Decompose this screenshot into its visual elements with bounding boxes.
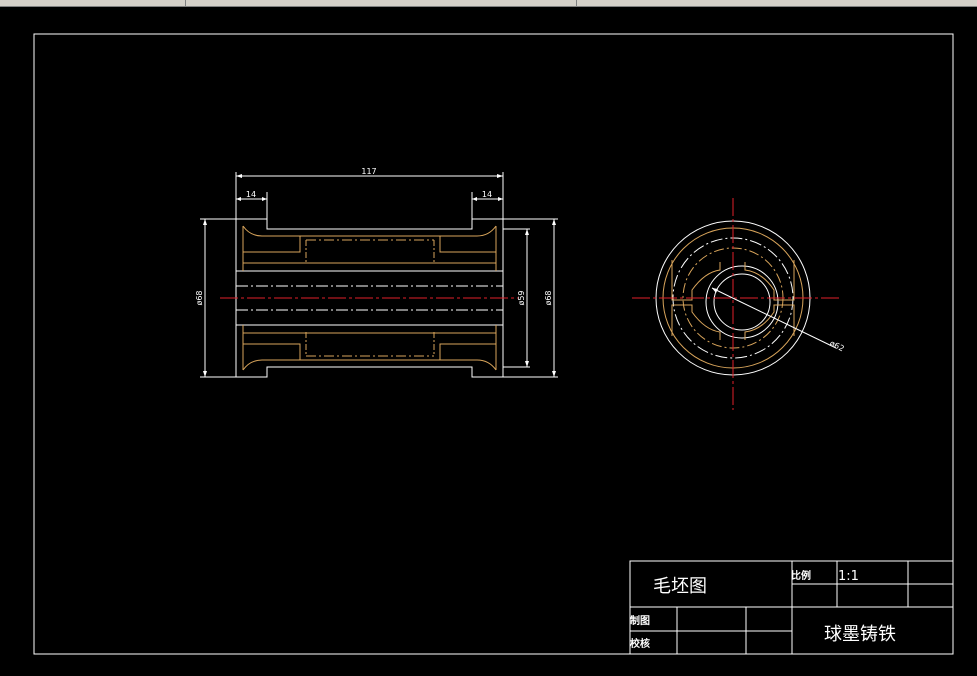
cad-drawing-canvas[interactable]: 117 14 14 ø68 ø59 ø68 ø62 毛坯图 比例 1:1 制图 … xyxy=(0,0,977,676)
title-block-scale-value: 1:1 xyxy=(838,569,859,584)
title-block: 毛坯图 比例 1:1 制图 校核 球墨铸铁 xyxy=(629,560,954,655)
dim-overall-length: 117 xyxy=(361,167,376,176)
title-block-checked-label: 校核 xyxy=(630,637,650,650)
dim-right-flange: 14 xyxy=(482,190,492,199)
dim-right-diameter: ø68 xyxy=(544,290,553,305)
title-block-title: 毛坯图 xyxy=(653,576,707,597)
title-block-drawn-label: 制图 xyxy=(630,614,650,627)
title-block-material: 球墨铸铁 xyxy=(824,624,896,645)
front-view: 117 14 14 ø68 ø59 ø68 xyxy=(195,167,558,378)
side-view: ø62 xyxy=(632,198,846,410)
finished-profile-lower xyxy=(242,343,497,370)
title-block-scale-label: 比例 xyxy=(791,569,811,582)
radius-label: ø62 xyxy=(828,339,845,354)
finished-profile-upper xyxy=(242,226,497,253)
dim-left-diameter: ø68 xyxy=(195,290,204,305)
dim-left-flange: 14 xyxy=(246,190,256,199)
dim-inner-diameter: ø59 xyxy=(517,290,526,305)
